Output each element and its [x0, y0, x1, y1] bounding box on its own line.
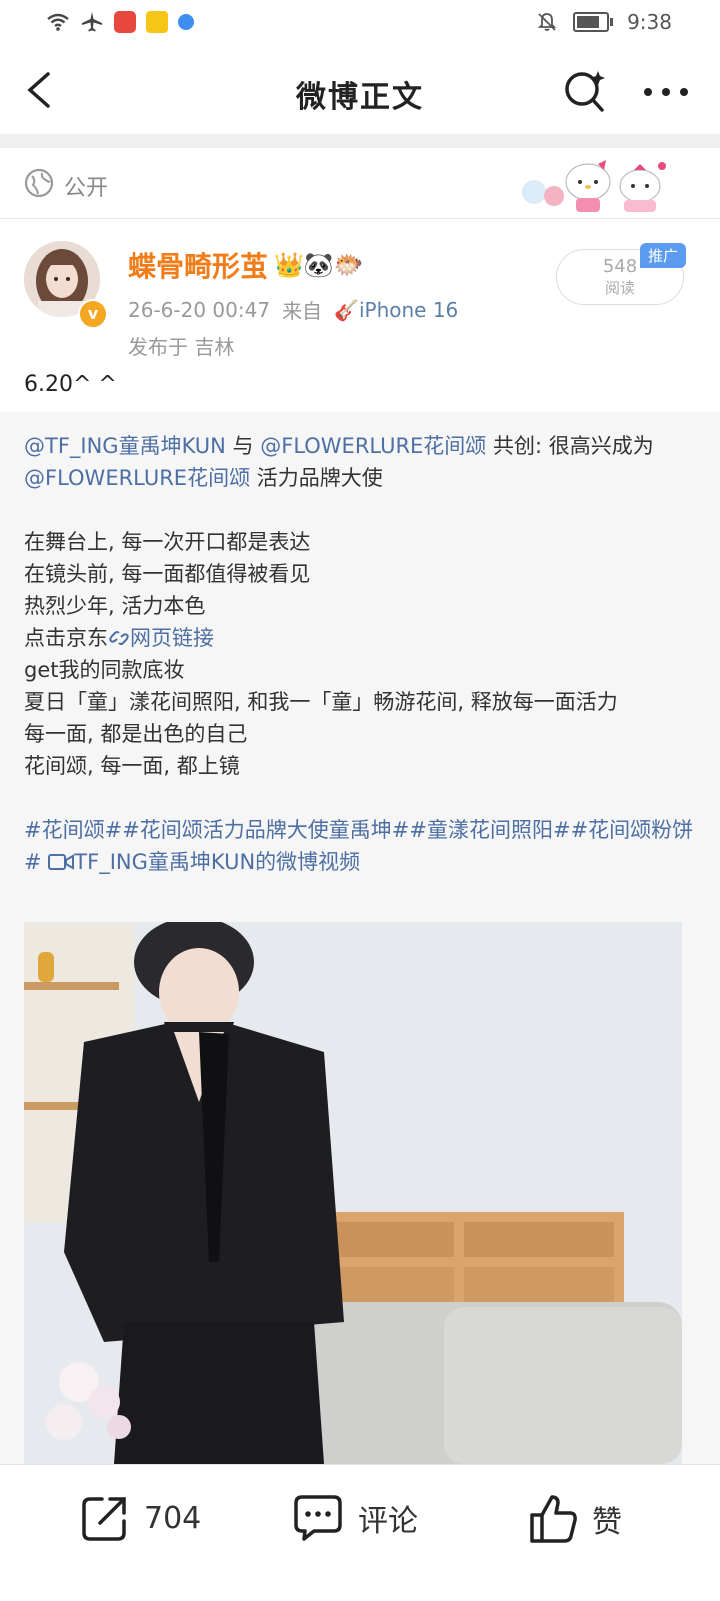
author-name-emoji: 👑🐼🐡 — [274, 251, 364, 279]
page-title: 微博正文 — [296, 80, 424, 115]
battery-icon — [573, 12, 614, 32]
post-text: 6.20^ ^ — [24, 372, 117, 397]
body-line: 每一面, 都是出色的自己 — [24, 722, 248, 746]
section-divider — [0, 134, 720, 148]
reads-unit: 阅读 — [604, 279, 635, 297]
visibility-label: 公开 — [64, 176, 109, 201]
mute-bell-icon — [535, 10, 559, 34]
like-button[interactable]: 赞 — [528, 1493, 622, 1545]
promote-tag[interactable]: 推广 — [640, 243, 687, 268]
reposted-card[interactable]: @TF_ING童禹坤KUN 与 @FLOWERLURE花间颂 共创: 很高兴成为… — [0, 412, 720, 1464]
comment-button[interactable]: 评论 — [292, 1493, 418, 1543]
more-dots-icon — [644, 88, 688, 96]
body-line: 在舞台上, 每一次开口都是表达 — [24, 530, 311, 554]
repost-icon — [82, 1497, 126, 1541]
search-button[interactable] — [562, 68, 608, 114]
author-header: v 蝶骨畸形茧 👑🐼🐡 26-6-20 00:47 来自 🎸iPhone 16 … — [0, 219, 720, 379]
web-link[interactable]: 网页链接 — [108, 626, 214, 650]
weibo-app-icon — [146, 11, 168, 33]
body-line: 热烈少年, 活力本色 — [24, 594, 206, 618]
thumbs-up-icon — [530, 1495, 577, 1543]
status-bar: 9:38 — [0, 0, 720, 46]
body-line: 夏日「童」漾花间照阳, 和我一「童」畅游花间, 释放每一面活力 — [24, 690, 618, 714]
mention-link[interactable]: @FLOWERLURE花间颂 — [260, 434, 486, 458]
video-icon — [48, 854, 75, 870]
author-name-row[interactable]: 蝶骨畸形茧 👑🐼🐡 — [128, 245, 364, 285]
post-meta: 26-6-20 00:47 来自 🎸iPhone 16 — [128, 295, 458, 324]
search-sparkle-icon — [565, 71, 605, 112]
post-time: 26-6-20 00:47 — [128, 297, 271, 322]
author-name[interactable]: 蝶骨畸形茧 — [128, 245, 268, 285]
nav-bar: 微博正文 — [0, 46, 720, 134]
action-bar: 704 评论 赞 — [0, 1464, 720, 1601]
hello-kitty-sticker — [520, 152, 670, 214]
post-source[interactable]: 🎸iPhone 16 — [334, 298, 458, 322]
video-link[interactable]: TF_ING童禹坤KUN的微博视频 — [48, 850, 360, 874]
clock: 9:38 — [627, 10, 672, 34]
comment-icon — [294, 1495, 342, 1541]
body-line: 花间颂, 每一面, 都上镜 — [24, 754, 240, 778]
wifi-icon — [46, 10, 70, 34]
mention-link[interactable]: @FLOWERLURE花间颂 — [24, 466, 250, 490]
airplane-icon — [80, 10, 104, 34]
blue-app-icon — [178, 14, 194, 30]
repost-count: 704 — [144, 1500, 202, 1536]
post-image[interactable] — [24, 922, 682, 1464]
like-label: 赞 — [592, 1505, 622, 1540]
guitar-icon: 🎸 — [334, 297, 359, 322]
comment-label: 评论 — [358, 1504, 418, 1539]
body-line: get我的同款底妆 — [24, 658, 185, 682]
more-button[interactable] — [640, 74, 692, 110]
app-icon-red — [114, 11, 136, 33]
repost-button[interactable]: 704 — [80, 1493, 201, 1543]
verified-badge: v — [78, 299, 108, 329]
visibility-row: 公开 — [0, 148, 720, 219]
source-prefix: 来自 — [282, 299, 323, 323]
post-location: 发布于 吉林 — [128, 335, 235, 359]
link-icon — [109, 631, 129, 645]
mention-link[interactable]: @TF_ING童禹坤KUN — [24, 434, 226, 458]
body-line: 在镜头前, 每一面都值得被看见 — [24, 562, 311, 586]
globe-icon — [24, 168, 54, 198]
reposted-text: @TF_ING童禹坤KUN 与 @FLOWERLURE花间颂 共创: 很高兴成为… — [24, 430, 696, 878]
